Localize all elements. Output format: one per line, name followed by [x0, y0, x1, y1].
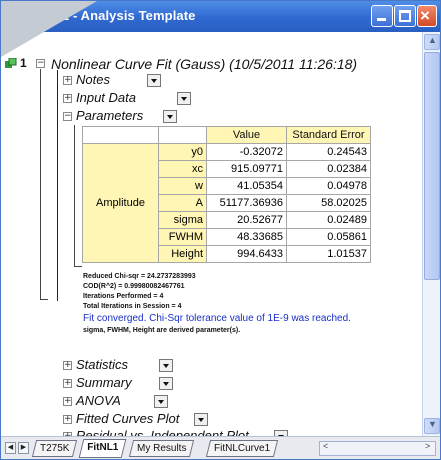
close-button[interactable]: × [417, 5, 437, 27]
statistics-dropdown[interactable] [159, 359, 173, 372]
value-cell[interactable]: 41.05354 [206, 177, 287, 195]
next-sheet-button[interactable]: ▶ [18, 442, 29, 454]
row-label: w [158, 177, 207, 195]
pointer-arrow-overlay [1, 1, 97, 57]
sheet-tab-bar: ◀ ▶ T275K FitNL1 My Results FitNLCurve1 … [1, 436, 440, 459]
fit-converged-message: Fit converged. Chi-Sqr tolerance value o… [83, 313, 351, 324]
vertical-scrollbar[interactable]: ▲ ▼ [422, 32, 440, 436]
error-cell[interactable]: 0.24543 [286, 143, 371, 161]
root-node-title: Nonlinear Curve Fit (Gauss) (10/5/2011 1… [51, 56, 358, 72]
tree-line-root [40, 69, 41, 299]
header-blank-cell [158, 126, 207, 144]
error-cell[interactable]: 1.01537 [286, 245, 371, 263]
workbook-window: Book1 - Analysis Template × 1 − Nonlinea… [0, 0, 441, 460]
tree-bracket [57, 70, 58, 301]
row-label: FWHM [158, 228, 207, 246]
value-cell[interactable]: 915.09771 [206, 160, 287, 178]
note-total-iterations: Total Iterations in Session = 4 [83, 303, 182, 310]
sheet-tab-fitnlcurve1[interactable]: FitNLCurve1 [205, 440, 279, 457]
tree-item-statistics[interactable]: Statistics [76, 357, 128, 372]
error-cell[interactable]: 0.05861 [286, 228, 371, 246]
tree-line-parameters [74, 125, 75, 266]
expand-summary-toggle[interactable]: + [63, 379, 72, 388]
column-header-value: Value [206, 126, 287, 144]
value-cell[interactable]: 20.52677 [206, 211, 287, 229]
sheet-tab-fitnl1[interactable]: FitNL1 [78, 439, 127, 458]
tree-item-parameters[interactable]: Parameters [76, 108, 143, 123]
tree-item-input-data[interactable]: Input Data [76, 90, 136, 105]
header-blank-cell [82, 126, 159, 144]
parameters-dropdown[interactable] [163, 110, 177, 123]
summary-dropdown[interactable] [159, 377, 173, 390]
row-icon [5, 58, 17, 68]
table-row: Amplitude y0 -0.32072 0.24543 [82, 143, 371, 263]
tree-item-notes[interactable]: Notes [76, 72, 110, 87]
minimize-icon [377, 18, 386, 21]
tree-item-residual-plot[interactable]: Residual vs. Independent Plot [76, 428, 249, 436]
row-label: Height [158, 245, 207, 263]
scroll-up-button[interactable]: ▲ [424, 34, 440, 50]
expand-statistics-toggle[interactable]: + [63, 361, 72, 370]
tree-line-parameters-end [74, 266, 82, 267]
horizontal-scrollbar[interactable]: < > [319, 441, 436, 456]
scroll-left-icon[interactable]: < [323, 441, 328, 451]
value-cell[interactable]: 51177.36936 [206, 194, 287, 212]
expand-input-data-toggle[interactable]: + [63, 94, 72, 103]
tree-item-fitted-curves-plot[interactable]: Fitted Curves Plot [76, 411, 179, 426]
notes-dropdown[interactable] [147, 74, 161, 87]
close-icon: × [420, 6, 430, 25]
prev-sheet-button[interactable]: ◀ [5, 442, 16, 454]
note-reduced-chi-sqr: Reduced Chi-sqr = 24.2737283993 [83, 273, 196, 280]
row-label: y0 [158, 143, 207, 161]
note-cod: COD(R^2) = 0.99980082467761 [83, 283, 185, 290]
error-cell[interactable]: 58.02025 [286, 194, 371, 212]
tree-line-root-end [40, 299, 48, 300]
collapse-parameters-toggle[interactable]: − [63, 112, 72, 121]
row-label: A [158, 194, 207, 212]
scroll-down-button[interactable]: ▼ [424, 418, 440, 434]
parameters-table: Value Standard Error Amplitude y0 -0.320… [82, 126, 371, 263]
anova-dropdown[interactable] [154, 395, 168, 408]
row-label: sigma [158, 211, 207, 229]
scroll-right-icon[interactable]: > [425, 441, 430, 451]
group-label-amplitude: Amplitude [82, 143, 159, 263]
column-header-standard-error: Standard Error [286, 126, 371, 144]
fitted-curves-dropdown[interactable] [194, 413, 208, 426]
chevron-up-icon: ▲ [428, 35, 437, 45]
input-data-dropdown[interactable] [177, 92, 191, 105]
scroll-thumb[interactable] [424, 52, 440, 280]
maximize-button[interactable] [394, 5, 416, 27]
tree-item-summary[interactable]: Summary [76, 375, 132, 390]
value-cell[interactable]: -0.32072 [206, 143, 287, 161]
value-cell[interactable]: 994.6433 [206, 245, 287, 263]
row-number: 1 [20, 56, 27, 70]
derived-parameters-note: sigma, FWHM, Height are derived paramete… [83, 327, 241, 334]
expand-notes-toggle[interactable]: + [63, 76, 72, 85]
note-iterations-performed: Iterations Performed = 4 [83, 293, 164, 300]
sheet-tab-t275k[interactable]: T275K [31, 440, 78, 457]
error-cell[interactable]: 0.02384 [286, 160, 371, 178]
report-sheet: 1 − Nonlinear Curve Fit (Gauss) (10/5/20… [1, 32, 422, 436]
maximize-icon [399, 10, 411, 22]
minimize-button[interactable] [371, 5, 393, 27]
collapse-root-toggle[interactable]: − [36, 59, 45, 68]
expand-fitted-curves-toggle[interactable]: + [63, 415, 72, 424]
value-cell[interactable]: 48.33685 [206, 228, 287, 246]
tree-item-anova[interactable]: ANOVA [76, 393, 121, 408]
table-header-row: Value Standard Error [82, 126, 371, 144]
row-label: xc [158, 160, 207, 178]
error-cell[interactable]: 0.04978 [286, 177, 371, 195]
chevron-down-icon: ▼ [428, 419, 437, 429]
expand-anova-toggle[interactable]: + [63, 397, 72, 406]
sheet-tab-my-results[interactable]: My Results [128, 440, 195, 457]
error-cell[interactable]: 0.02489 [286, 211, 371, 229]
